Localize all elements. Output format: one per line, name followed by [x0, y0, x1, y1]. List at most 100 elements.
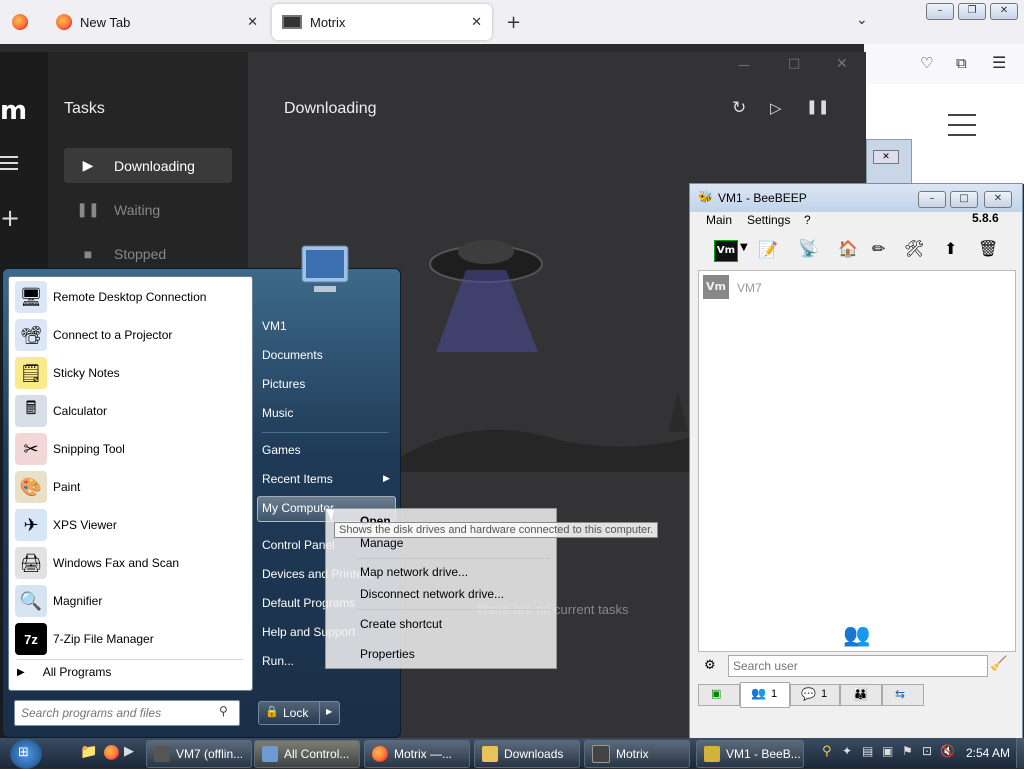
start-item-my-computer[interactable]: My Computer [262, 501, 334, 515]
maximize-button[interactable]: ❐ [958, 3, 986, 20]
ctx-properties[interactable]: Properties [360, 647, 415, 661]
users-icon: 👥 [843, 623, 871, 648]
program-magnifier[interactable]: 🔍 Magnifier [15, 583, 247, 619]
profile-icon[interactable]: 📝 [758, 240, 778, 259]
folder-icon[interactable]: 📁 [80, 744, 97, 760]
tab-new-tab[interactable]: New Tab ✕ [46, 4, 268, 40]
program-projector[interactable]: 📽 Connect to a Projector [15, 317, 247, 353]
maximize-icon[interactable]: □ [788, 56, 800, 71]
clear-icon[interactable]: 🧹 [990, 656, 1007, 672]
chevron-down-icon[interactable]: ▼ [740, 242, 748, 253]
search-input[interactable] [19, 703, 213, 723]
pause-all-icon[interactable]: ❚❚ [806, 99, 829, 115]
tray-bee-icon[interactable]: ✦ [842, 744, 852, 758]
start-button[interactable]: ⊞ [10, 739, 42, 769]
extensions-icon[interactable]: ⧉ [956, 54, 967, 72]
taskbar-beebeep[interactable]: VM1 - BeeB... [696, 740, 804, 768]
firefox-icon[interactable] [104, 745, 119, 760]
tab-motrix[interactable]: Motrix ✕ [272, 4, 492, 40]
new-tab-button[interactable]: + [506, 12, 521, 33]
program-7zip[interactable]: 7z 7-Zip File Manager [15, 621, 247, 657]
ctx-map-drive[interactable]: Map network drive... [360, 565, 468, 579]
ctx-manage[interactable]: Manage [360, 536, 403, 550]
network-icon[interactable]: 📡 [798, 239, 819, 259]
menu-main[interactable]: Main [706, 213, 732, 227]
network-icon[interactable]: ⊡ [922, 744, 932, 758]
start-item-music[interactable]: Music [262, 406, 293, 420]
tab-home[interactable]: ▣ [698, 684, 740, 706]
close-icon[interactable]: ✕ [836, 56, 848, 72]
tab-files[interactable]: ⇆ [882, 684, 924, 706]
taskbar-control-panel[interactable]: All Control... [254, 740, 360, 768]
media-icon[interactable]: ▶ [124, 744, 134, 759]
nav-downloading[interactable]: ▶ Downloading [64, 148, 232, 183]
ctx-disconnect-drive[interactable]: Disconnect network drive... [360, 587, 504, 601]
upload-icon[interactable]: ⬆ [944, 239, 957, 258]
start-item-pictures[interactable]: Pictures [262, 377, 305, 391]
tray-monitor-icon[interactable]: ▣ [882, 744, 893, 758]
nav-waiting[interactable]: ❚❚ Waiting [64, 192, 232, 227]
close-icon[interactable]: ✕ [471, 14, 482, 30]
volume-muted-icon[interactable]: 🔇 [940, 744, 955, 758]
taskbar-motrix[interactable]: Motrix [584, 740, 690, 768]
nav-stopped[interactable]: ■ Stopped [64, 236, 232, 271]
start-item-run[interactable]: Run... [262, 654, 294, 668]
search-icon[interactable]: ⚲ [219, 704, 228, 718]
close-window-button[interactable]: ✕ [990, 3, 1018, 20]
refresh-icon[interactable]: ↻ [732, 98, 746, 118]
hamburger-menu-icon[interactable] [948, 114, 976, 116]
tab-chats[interactable]: 💬 1 [790, 684, 840, 706]
program-remote-desktop[interactable]: 🖥 Remote Desktop Connection [15, 279, 247, 315]
tools-icon[interactable]: 🛠 [904, 239, 924, 258]
home-icon[interactable]: 🏠 [838, 239, 858, 258]
add-task-icon[interactable]: + [0, 204, 20, 232]
chevron-down-icon[interactable]: ⌄ [856, 12, 868, 28]
minimize-icon[interactable]: — [738, 58, 750, 72]
start-item-documents[interactable]: Documents [262, 348, 323, 362]
start-item-vm1[interactable]: VM1 [262, 319, 287, 333]
tab-groups[interactable]: 👪 [840, 684, 882, 706]
close-icon[interactable]: ✕ [247, 14, 258, 30]
close-window-button[interactable]: ✕ [984, 191, 1012, 208]
close-icon[interactable]: ✕ [873, 150, 899, 164]
all-programs-button[interactable]: ▶ All Programs [17, 665, 111, 679]
pocket-icon[interactable]: ♡ [920, 54, 933, 72]
minimize-button[interactable]: – [926, 3, 954, 20]
settings-icon[interactable]: ⚙ [704, 658, 716, 673]
resume-all-icon[interactable]: ▷ [770, 99, 782, 117]
minimize-button[interactable]: – [918, 191, 946, 208]
menu-icon[interactable]: ☰ [992, 53, 1006, 72]
user-name[interactable]: VM7 [737, 281, 762, 295]
lock-button[interactable]: 🔒 Lock ▶ [258, 701, 340, 725]
taskbar-vm7[interactable]: VM7 (offlin... [146, 740, 252, 768]
search-user-input[interactable] [728, 655, 988, 677]
start-item-recent[interactable]: Recent Items [262, 472, 333, 486]
taskbar-downloads[interactable]: Downloads [474, 740, 580, 768]
program-calculator[interactable]: 🖩 Calculator [15, 393, 247, 429]
tab-users[interactable]: 👥 1 [740, 682, 790, 708]
program-snipping-tool[interactable]: ✂ Snipping Tool [15, 431, 247, 467]
menu-icon[interactable] [0, 156, 18, 158]
taskbar-motrix-firefox[interactable]: Motrix —... [364, 740, 470, 768]
arrow-right-icon[interactable]: ▶ [326, 707, 332, 716]
program-paint[interactable]: 🎨 Paint [15, 469, 247, 505]
program-fax-scan[interactable]: 🖨 Windows Fax and Scan [15, 545, 247, 581]
firefox-icon[interactable] [12, 14, 28, 30]
start-item-control-panel[interactable]: Control Panel [262, 538, 335, 552]
menu-settings[interactable]: Settings [747, 213, 790, 227]
tray-flag-icon[interactable]: ⚑ [902, 744, 913, 758]
menu-help[interactable]: ? [804, 213, 811, 227]
clock[interactable]: 2:54 AM [966, 746, 1010, 760]
program-xps-viewer[interactable]: ✈ XPS Viewer [15, 507, 247, 543]
edit-icon[interactable]: ✏ [872, 239, 885, 258]
ctx-create-shortcut[interactable]: Create shortcut [360, 617, 442, 631]
start-item-games[interactable]: Games [262, 443, 301, 457]
trash-icon[interactable]: 🗑 [978, 239, 998, 258]
start-search-field[interactable]: ⚲ [14, 700, 240, 726]
maximize-button[interactable]: □ [950, 191, 978, 208]
tray-drive-icon[interactable]: ▤ [862, 744, 873, 758]
program-sticky-notes[interactable]: 🗒 Sticky Notes [15, 355, 247, 391]
search-icon[interactable]: ⚲ [822, 744, 832, 759]
show-desktop-button[interactable] [1016, 738, 1024, 768]
status-vm-icon[interactable]: Vm [714, 240, 738, 262]
